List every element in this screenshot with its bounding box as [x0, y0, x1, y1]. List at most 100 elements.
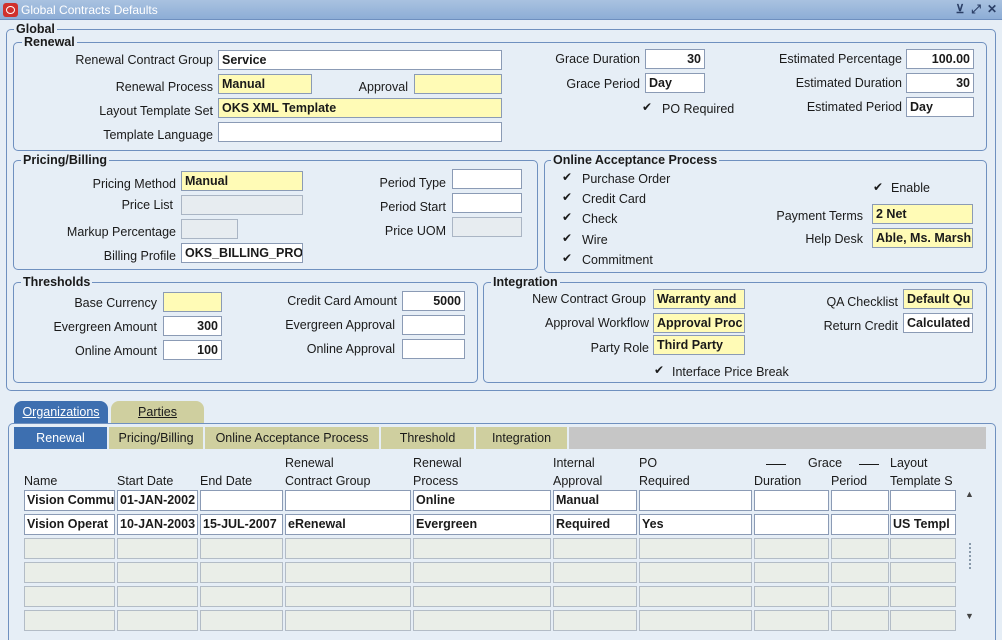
table-cell[interactable]: Vision Operat: [24, 514, 115, 535]
template-language-field[interactable]: [218, 122, 502, 142]
table-cell[interactable]: Manual: [553, 490, 637, 511]
table-cell[interactable]: 01-JAN-2002: [117, 490, 198, 511]
po-required-checkbox[interactable]: ✔: [641, 101, 653, 113]
enable-checkbox[interactable]: ✔: [872, 181, 884, 193]
table-cell[interactable]: [200, 538, 283, 559]
party-role-field[interactable]: Third Party: [653, 335, 745, 355]
markup-percentage-field[interactable]: [181, 219, 238, 239]
table-cell[interactable]: [831, 538, 889, 559]
table-cell[interactable]: [639, 562, 752, 583]
table-scrollbar[interactable]: ▲ ▼: [962, 487, 979, 627]
table-cell[interactable]: [200, 610, 283, 631]
table-cell[interactable]: [200, 562, 283, 583]
grace-duration-field[interactable]: 30: [645, 49, 705, 69]
scroll-grip-icon[interactable]: [969, 543, 971, 569]
qa-checklist-field[interactable]: Default Qu: [903, 289, 973, 309]
table-cell[interactable]: [553, 610, 637, 631]
table-cell[interactable]: [553, 562, 637, 583]
table-cell[interactable]: eRenewal: [285, 514, 411, 535]
subtab-renewal[interactable]: Renewal: [14, 427, 107, 449]
estimated-duration-field[interactable]: 30: [906, 73, 974, 93]
table-cell[interactable]: [890, 610, 956, 631]
table-cell[interactable]: [413, 538, 551, 559]
estimated-percentage-field[interactable]: 100.00: [906, 49, 974, 69]
table-cell[interactable]: [24, 586, 115, 607]
table-cell[interactable]: [890, 490, 956, 511]
renewal-contract-group-field[interactable]: Service: [218, 50, 502, 70]
new-contract-group-field[interactable]: Warranty and: [653, 289, 745, 309]
table-cell[interactable]: [285, 490, 411, 511]
approval-workflow-field[interactable]: Approval Proc: [653, 313, 745, 333]
table-cell[interactable]: [24, 610, 115, 631]
help-desk-field[interactable]: Able, Ms. Marsh: [872, 228, 973, 248]
table-cell[interactable]: Required: [553, 514, 637, 535]
billing-profile-field[interactable]: OKS_BILLING_PRO: [181, 243, 303, 263]
table-cell[interactable]: [831, 562, 889, 583]
table-cell[interactable]: [285, 562, 411, 583]
credit-card-checkbox[interactable]: ✔: [561, 191, 573, 203]
table-cell[interactable]: [754, 562, 829, 583]
renewal-process-field[interactable]: Manual: [218, 74, 312, 94]
table-cell[interactable]: 15-JUL-2007: [200, 514, 283, 535]
table-cell[interactable]: [754, 538, 829, 559]
pricing-method-field[interactable]: Manual: [181, 171, 303, 191]
evergreen-approval-field[interactable]: [402, 315, 465, 335]
table-cell[interactable]: [831, 514, 889, 535]
maximize-icon[interactable]: ⤢: [969, 2, 983, 17]
purchase-order-checkbox[interactable]: ✔: [561, 171, 573, 183]
table-cell[interactable]: 10-JAN-2003: [117, 514, 198, 535]
approval-field[interactable]: [414, 74, 502, 94]
base-currency-field[interactable]: [163, 292, 222, 312]
table-cell[interactable]: [24, 562, 115, 583]
commitment-checkbox[interactable]: ✔: [561, 252, 573, 264]
table-cell[interactable]: [754, 610, 829, 631]
evergreen-amount-field[interactable]: 300: [163, 316, 222, 336]
table-cell[interactable]: [117, 610, 198, 631]
table-cell[interactable]: [831, 490, 889, 511]
table-cell[interactable]: [639, 490, 752, 511]
table-cell[interactable]: [890, 538, 956, 559]
table-cell[interactable]: [285, 586, 411, 607]
scroll-down-icon[interactable]: ▼: [965, 611, 974, 621]
table-cell[interactable]: [754, 586, 829, 607]
return-credit-field[interactable]: Calculated: [903, 313, 973, 333]
table-cell[interactable]: [413, 586, 551, 607]
table-cell[interactable]: [413, 562, 551, 583]
grace-period-field[interactable]: Day: [645, 73, 705, 93]
table-cell[interactable]: [117, 562, 198, 583]
table-cell[interactable]: [553, 586, 637, 607]
price-list-field[interactable]: [181, 195, 303, 215]
wire-checkbox[interactable]: ✔: [561, 232, 573, 244]
table-cell[interactable]: [117, 538, 198, 559]
table-cell[interactable]: [831, 586, 889, 607]
table-cell[interactable]: [754, 490, 829, 511]
credit-card-amount-field[interactable]: 5000: [402, 291, 465, 311]
interface-price-break-checkbox[interactable]: ✔: [653, 364, 665, 376]
subtab-threshold[interactable]: Threshold: [381, 427, 474, 449]
table-cell[interactable]: [24, 538, 115, 559]
period-type-field[interactable]: [452, 169, 522, 189]
table-cell[interactable]: Yes: [639, 514, 752, 535]
table-cell[interactable]: [285, 610, 411, 631]
layout-template-field[interactable]: OKS XML Template: [218, 98, 502, 118]
table-cell[interactable]: [890, 562, 956, 583]
table-cell[interactable]: US Templ: [890, 514, 956, 535]
tab-parties[interactable]: Parties: [111, 401, 204, 423]
table-cell[interactable]: Online: [413, 490, 551, 511]
table-cell[interactable]: [200, 490, 283, 511]
scroll-up-icon[interactable]: ▲: [965, 489, 974, 499]
table-cell[interactable]: [890, 586, 956, 607]
table-cell[interactable]: [639, 586, 752, 607]
subtab-integration[interactable]: Integration: [476, 427, 567, 449]
subtab-pricing-billing[interactable]: Pricing/Billing: [109, 427, 203, 449]
online-approval-field[interactable]: [402, 339, 465, 359]
check-checkbox[interactable]: ✔: [561, 211, 573, 223]
table-cell[interactable]: [831, 610, 889, 631]
table-cell[interactable]: [285, 538, 411, 559]
table-cell[interactable]: Evergreen: [413, 514, 551, 535]
close-icon[interactable]: ✕: [985, 2, 999, 17]
subtab-online-acceptance[interactable]: Online Acceptance Process: [205, 427, 379, 449]
table-cell[interactable]: [413, 610, 551, 631]
table-cell[interactable]: [117, 586, 198, 607]
minimize-icon[interactable]: ⊻: [953, 2, 967, 17]
